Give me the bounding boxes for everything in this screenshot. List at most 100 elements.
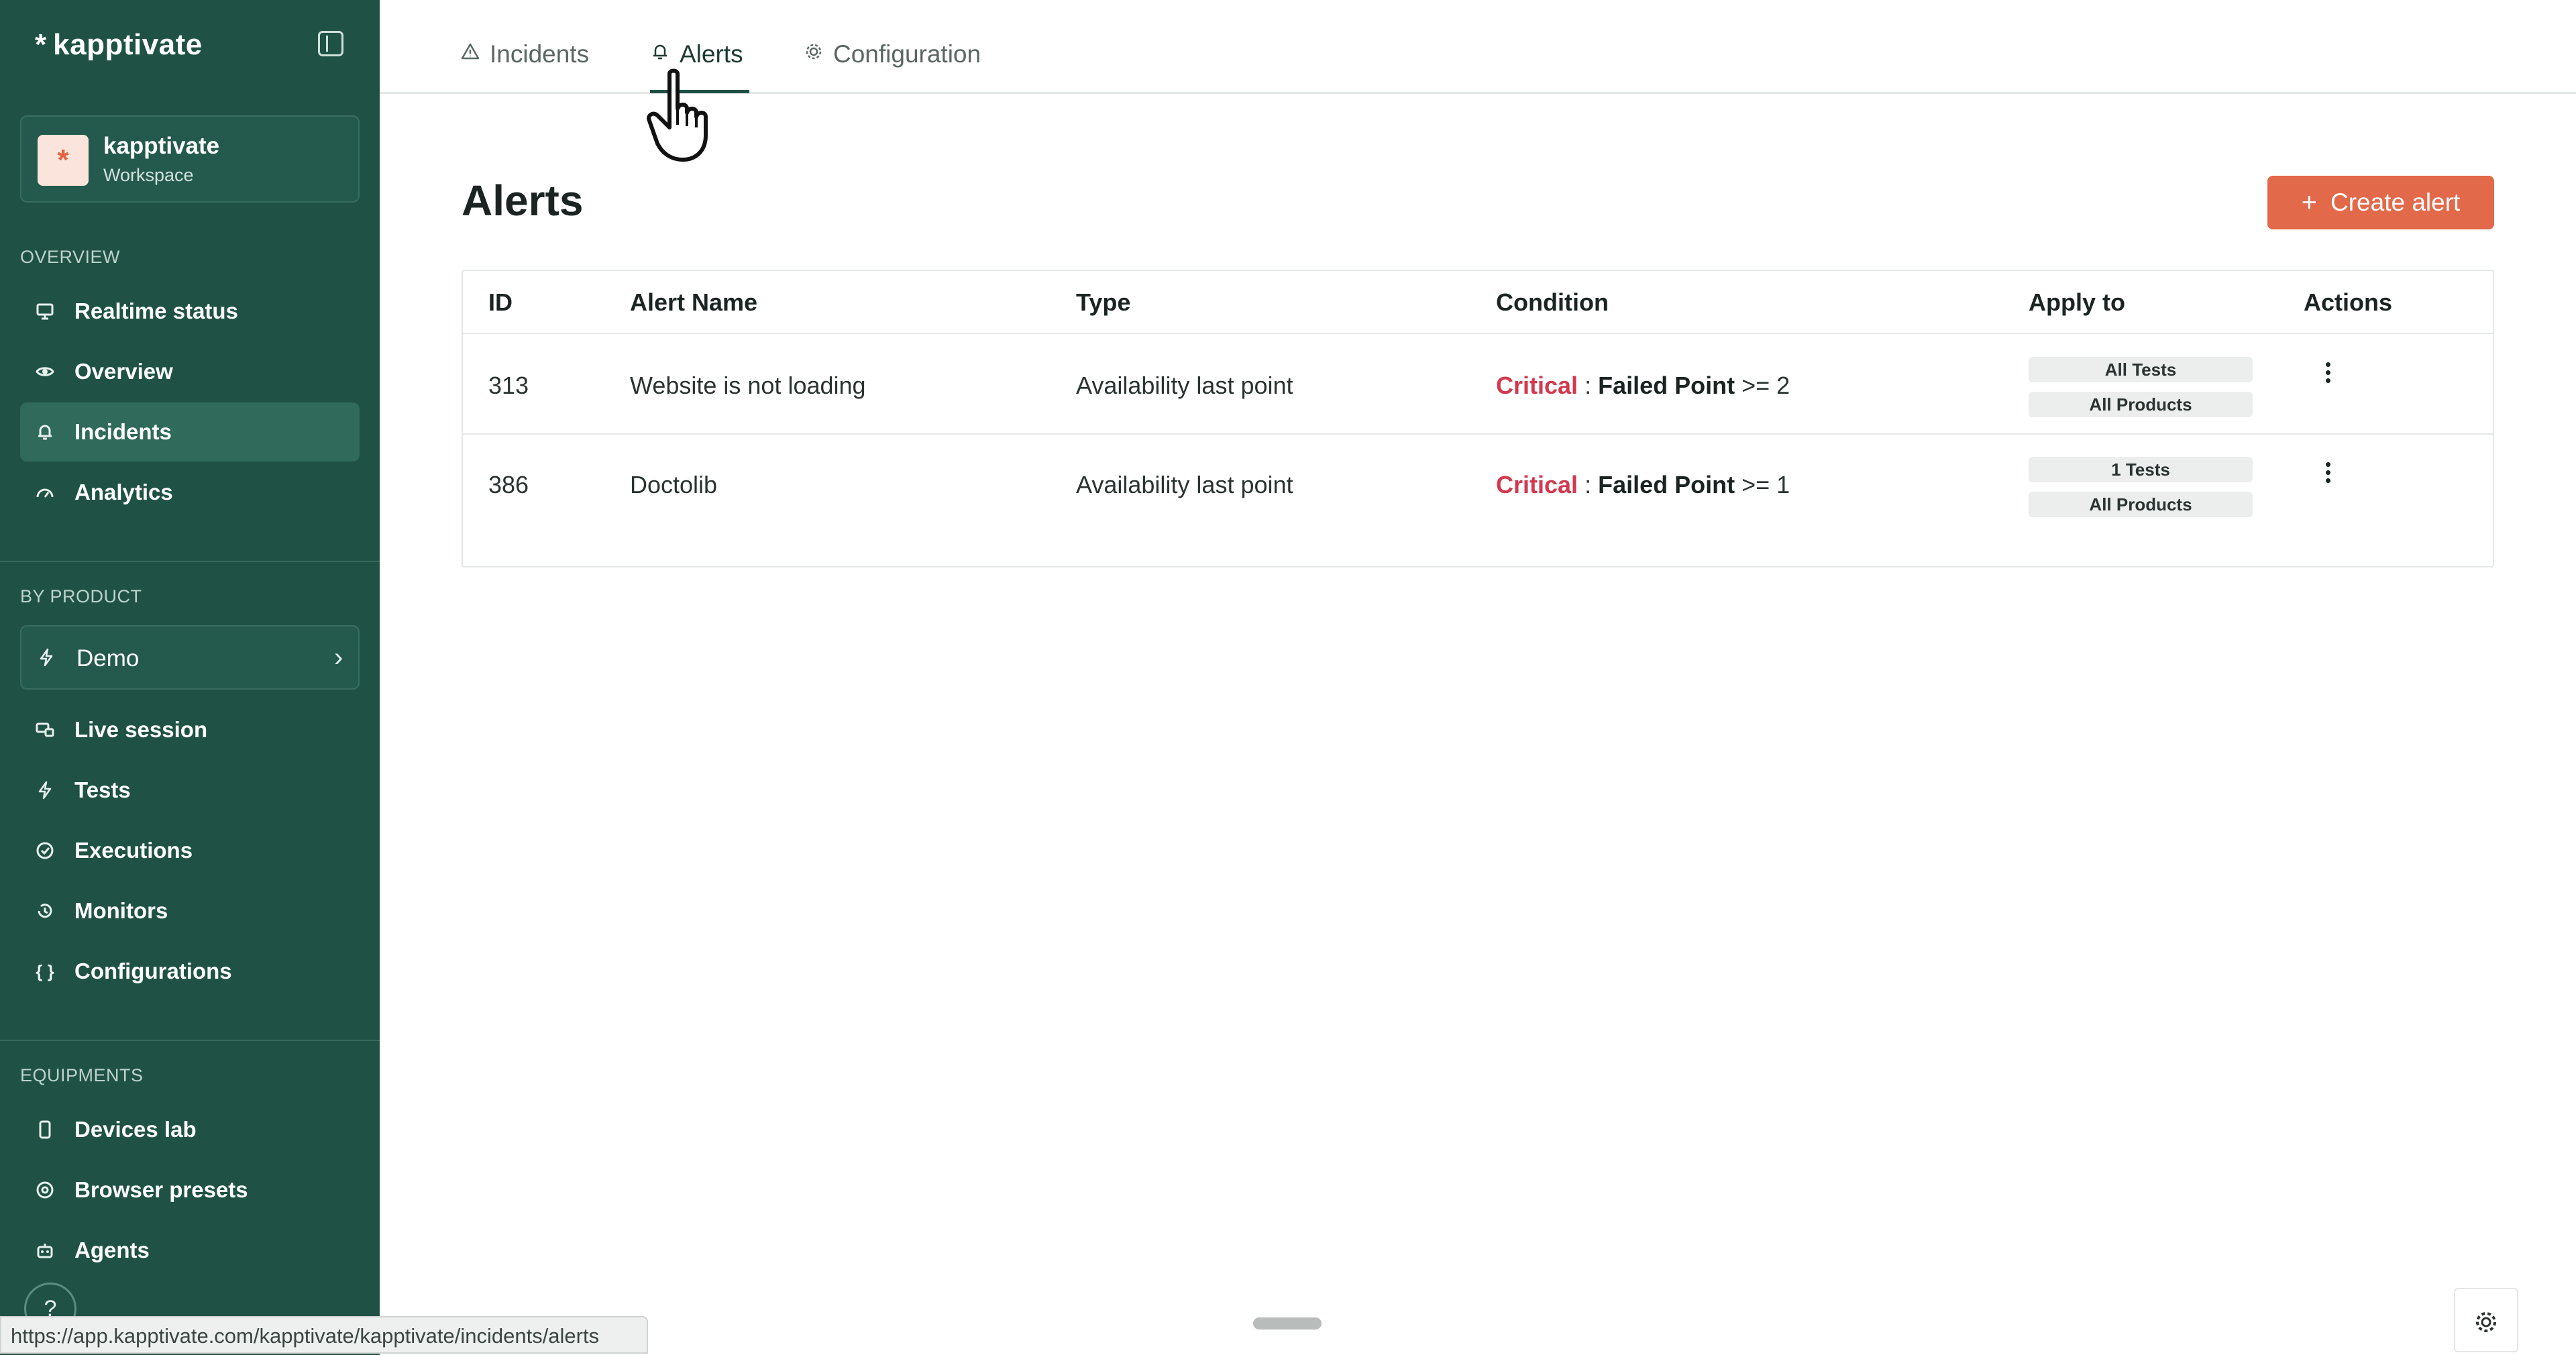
sidebar-item-label: Monitors bbox=[74, 898, 168, 923]
tab-label: Incidents bbox=[490, 40, 590, 68]
alert-type: Availability last point bbox=[1076, 471, 1293, 498]
more-actions-icon[interactable] bbox=[2320, 360, 2336, 386]
sidebar-divider bbox=[0, 1040, 380, 1041]
column-header-alert-name: Alert Name bbox=[630, 288, 758, 316]
sidebar-item-label: Incidents bbox=[74, 419, 172, 444]
bell-icon bbox=[650, 42, 670, 67]
apply-tests-badge: 1 Tests bbox=[2029, 457, 2253, 482]
section-label-overview: OVERVIEW bbox=[20, 247, 121, 267]
sidebar-item-devices-lab[interactable]: Devices lab bbox=[20, 1100, 360, 1159]
product-selector[interactable]: Demo › bbox=[20, 625, 360, 690]
column-header-condition: Condition bbox=[1496, 288, 1609, 316]
product-label: Demo bbox=[76, 645, 140, 671]
brand-name: kapptivate bbox=[53, 28, 203, 61]
gear-icon bbox=[804, 42, 824, 67]
tab-configuration[interactable]: Configuration bbox=[804, 40, 981, 68]
header-divider bbox=[463, 333, 2493, 334]
history-icon bbox=[35, 901, 55, 921]
sidebar-item-executions[interactable]: Executions bbox=[20, 821, 360, 880]
sidebar-item-monitors[interactable]: Monitors bbox=[20, 881, 360, 940]
condition-separator: : bbox=[1585, 471, 1592, 498]
sidebar-item-overview[interactable]: Overview bbox=[20, 342, 360, 401]
row-divider bbox=[463, 433, 2493, 435]
condition-metric: Failed Point bbox=[1598, 471, 1735, 498]
create-alert-label: Create alert bbox=[2330, 188, 2461, 216]
check-circle-icon bbox=[35, 841, 55, 861]
sidebar-item-analytics[interactable]: Analytics bbox=[20, 463, 360, 522]
apply-products-badge: All Products bbox=[2029, 392, 2253, 417]
sidebar-item-label: Configurations bbox=[74, 959, 232, 983]
workspace-avatar: * bbox=[38, 135, 89, 186]
chevron-right-icon: › bbox=[334, 643, 343, 672]
sidebar-item-tests[interactable]: Tests bbox=[20, 761, 360, 820]
sidebar-item-label: Live session bbox=[74, 717, 208, 742]
section-label-by-product: BY PRODUCT bbox=[20, 586, 142, 606]
page-title: Alerts bbox=[462, 176, 584, 225]
lightning-icon bbox=[35, 780, 55, 800]
brand-logo[interactable]: * kapptivate bbox=[35, 28, 203, 62]
hand-cursor-icon bbox=[644, 67, 724, 168]
severity-critical: Critical bbox=[1496, 471, 1578, 498]
sidebar-item-label: Executions bbox=[74, 838, 193, 863]
warning-icon bbox=[460, 42, 480, 67]
condition-operator: >= 2 bbox=[1741, 372, 1790, 399]
sidebar-item-realtime-status[interactable]: Realtime status bbox=[20, 282, 360, 341]
sidebar-item-label: Devices lab bbox=[74, 1117, 197, 1142]
tab-label: Configuration bbox=[833, 40, 981, 68]
column-header-type: Type bbox=[1076, 288, 1131, 316]
eye-icon bbox=[35, 362, 55, 382]
condition-operator: >= 1 bbox=[1741, 471, 1790, 498]
sidebar-item-browser-presets[interactable]: Browser presets bbox=[20, 1160, 360, 1220]
alert-type: Availability last point bbox=[1076, 372, 1293, 399]
sidebar-item-label: Analytics bbox=[74, 480, 173, 504]
alerts-table bbox=[462, 270, 2494, 567]
bell-icon bbox=[35, 422, 55, 442]
sidebar-item-label: Tests bbox=[74, 777, 131, 802]
apply-tests-badge: All Tests bbox=[2029, 357, 2253, 382]
plus-icon: + bbox=[2301, 187, 2318, 217]
condition-separator: : bbox=[1585, 372, 1592, 399]
workspace-subtitle: Workspace bbox=[103, 165, 194, 185]
sidebar-item-configurations[interactable]: { } Configurations bbox=[20, 942, 360, 1001]
screens-icon bbox=[35, 720, 55, 740]
column-header-actions: Actions bbox=[2304, 288, 2393, 316]
phone-icon bbox=[35, 1120, 55, 1140]
workspace-name: kapptivate bbox=[103, 133, 220, 159]
more-actions-icon[interactable] bbox=[2320, 459, 2336, 486]
section-label-equipments: EQUIPMENTS bbox=[20, 1065, 144, 1085]
alert-condition: Critical : Failed Point >= 2 bbox=[1496, 372, 1790, 400]
apply-products-badge: All Products bbox=[2029, 492, 2253, 517]
gauge-icon bbox=[35, 482, 55, 502]
status-bar-url: https://app.kapptivate.com/kapptivate/ka… bbox=[0, 1316, 648, 1354]
tab-incidents[interactable]: Incidents bbox=[460, 40, 589, 68]
tab-label: Alerts bbox=[680, 40, 743, 68]
alert-condition: Critical : Failed Point >= 1 bbox=[1496, 471, 1790, 499]
alert-name[interactable]: Website is not loading bbox=[630, 372, 866, 400]
alert-id: 386 bbox=[488, 471, 529, 498]
braces-icon: { } bbox=[36, 961, 54, 981]
settings-gear-icon[interactable] bbox=[2454, 1288, 2518, 1352]
robot-icon bbox=[35, 1240, 55, 1260]
sidebar-item-label: Browser presets bbox=[74, 1177, 248, 1202]
lightning-icon bbox=[36, 647, 56, 667]
create-alert-button[interactable]: + Create alert bbox=[2267, 176, 2494, 229]
condition-metric: Failed Point bbox=[1598, 372, 1735, 399]
sidebar-item-label: Realtime status bbox=[74, 299, 238, 323]
column-header-apply-to: Apply to bbox=[2029, 288, 2125, 316]
alert-id: 313 bbox=[488, 372, 529, 399]
workspace-switcher[interactable]: * kapptivate Workspace bbox=[20, 115, 360, 203]
brand-mark-icon: * bbox=[35, 28, 47, 61]
tab-alerts[interactable]: Alerts bbox=[650, 40, 743, 68]
sidebar-item-label: Overview bbox=[74, 359, 173, 384]
alert-name[interactable]: Doctolib bbox=[630, 471, 717, 499]
monitor-icon bbox=[35, 301, 55, 321]
sidebar-item-live-session[interactable]: Live session bbox=[20, 700, 360, 759]
column-header-id: ID bbox=[488, 288, 513, 316]
sidebar-item-label: Agents bbox=[74, 1238, 150, 1262]
sidebar-item-incidents[interactable]: Incidents bbox=[20, 402, 360, 462]
scroll-handle[interactable] bbox=[1253, 1317, 1322, 1330]
sidebar-item-agents[interactable]: Agents bbox=[20, 1221, 360, 1280]
collapse-sidebar-icon[interactable] bbox=[318, 31, 343, 56]
sidebar: * kapptivate * kapptivate Workspace OVER… bbox=[0, 0, 380, 1355]
chrome-icon bbox=[35, 1180, 55, 1200]
